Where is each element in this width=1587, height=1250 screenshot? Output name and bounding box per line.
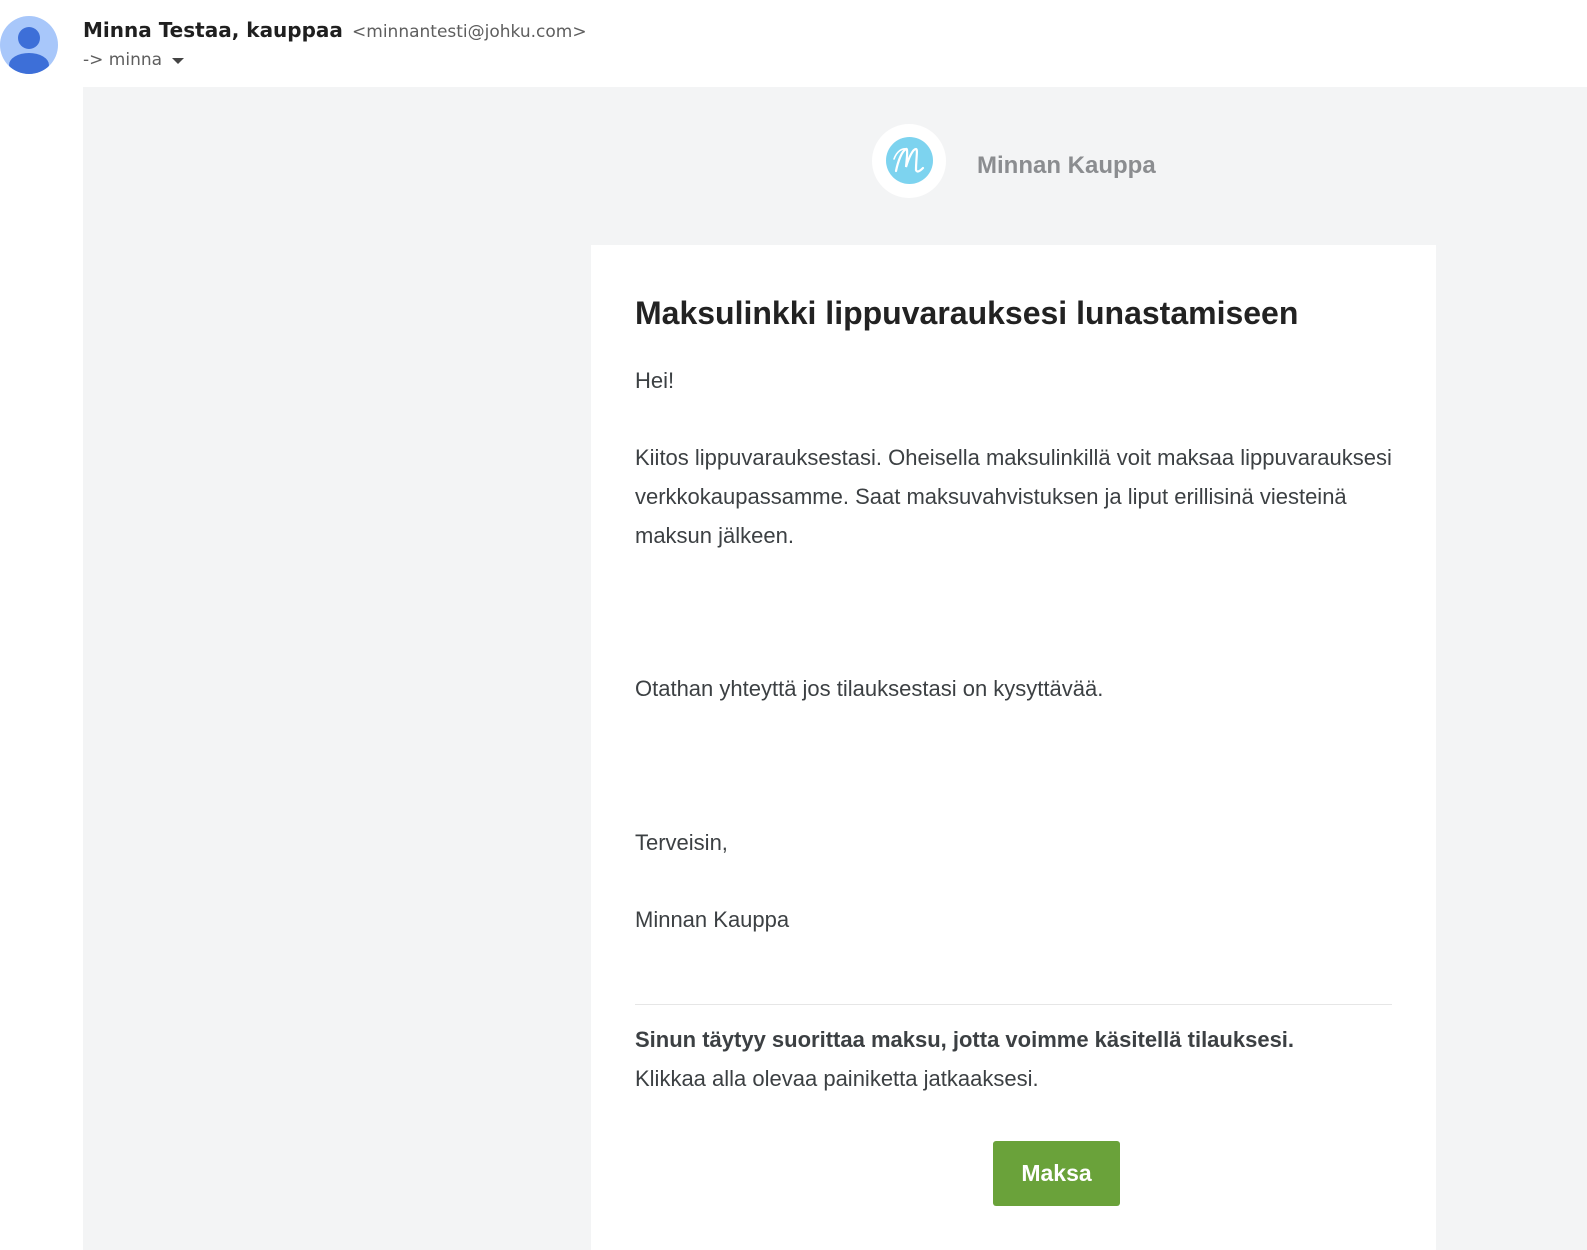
payment-notice-bold: Sinun täytyy suorittaa maksu, jotta voim… — [635, 1027, 1295, 1052]
divider — [635, 1004, 1392, 1005]
greeting-text: Hei! — [635, 368, 675, 393]
brand-name: Minnan Kauppa — [977, 152, 1156, 179]
sender-line: Minna Testaa, kauppaa <minnantesti@johku… — [83, 18, 587, 42]
payment-notice-text: Klikkaa alla olevaa painiketta jatkaakse… — [635, 1066, 1039, 1091]
sender-avatar[interactable] — [0, 16, 58, 74]
email-card: Maksulinkki lippuvarauksesi lunastamisee… — [591, 245, 1436, 1250]
contact-text: Otathan yhteyttä jos tilauksestasi on ky… — [635, 676, 1104, 701]
body-text: Kiitos lippuvarauksestasi. Oheisella mak… — [635, 445, 1392, 548]
person-icon — [9, 27, 49, 74]
caret-down-icon[interactable] — [172, 58, 185, 64]
script-m-logo-icon — [893, 147, 925, 173]
regards-text: Terveisin, — [635, 830, 728, 855]
brand-logo-circle — [886, 137, 933, 184]
recipient-label: -> minna — [83, 50, 163, 70]
email-view: Minna Testaa, kauppaa <minnantesti@johku… — [0, 0, 1587, 1250]
recipient-details-toggle[interactable]: -> minna — [83, 50, 185, 70]
sender-email: <minnantesti@johku.com> — [352, 22, 587, 42]
brand-logo — [872, 124, 946, 198]
sender-name[interactable]: Minna Testaa, kauppaa — [83, 18, 343, 42]
signature-text: Minnan Kauppa — [635, 907, 790, 932]
pay-button[interactable]: Maksa — [993, 1141, 1120, 1206]
email-title: Maksulinkki lippuvarauksesi lunastamisee… — [635, 295, 1299, 331]
payment-notice: Sinun täytyy suorittaa maksu, jotta voim… — [635, 1020, 1392, 1098]
